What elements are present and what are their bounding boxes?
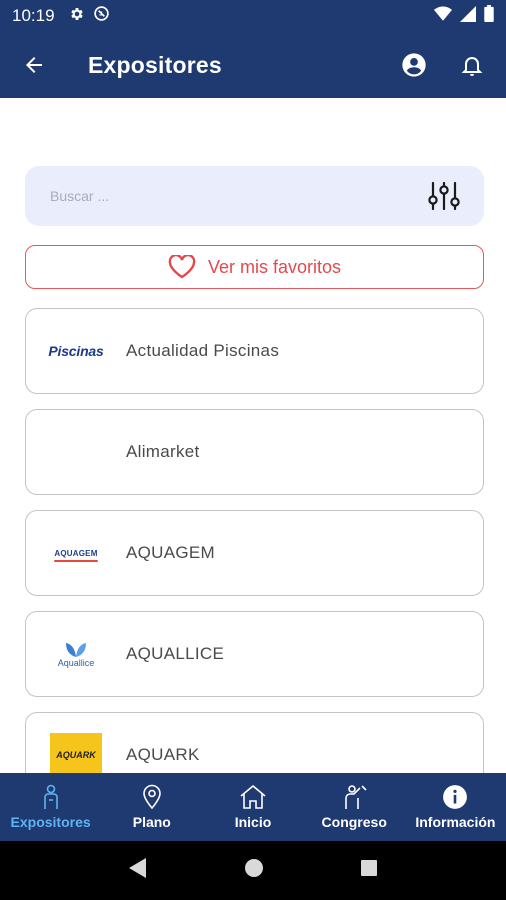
back-button[interactable] bbox=[16, 47, 52, 83]
list-item[interactable]: Aquallice AQUALLICE bbox=[25, 611, 484, 697]
exhibitor-list: Piscinas Actualidad Piscinas Alimarket A… bbox=[25, 308, 484, 813]
bottom-navigation: Expositores Plano Inicio Congreso Inform… bbox=[0, 773, 506, 841]
aquagem-logo: AQUAGEM bbox=[54, 548, 98, 562]
settings-icon bbox=[69, 6, 85, 27]
signal-icon bbox=[460, 5, 476, 27]
search-input[interactable] bbox=[50, 188, 426, 204]
back-triangle-icon[interactable] bbox=[128, 857, 148, 884]
exhibitor-logo: AQUARK bbox=[26, 732, 126, 778]
search-bar bbox=[25, 166, 484, 226]
piscinas-logo: Piscinas bbox=[48, 343, 104, 359]
presenter-icon bbox=[345, 785, 367, 809]
nav-label: Expositores bbox=[10, 814, 91, 830]
exhibitor-name: AQUAGEM bbox=[126, 543, 216, 562]
nav-label: Inicio bbox=[234, 814, 272, 830]
exhibitor-name: Alimarket bbox=[126, 442, 200, 461]
app-screen: 10:19 Expositores Buscar ... Ver mis fav… bbox=[0, 0, 506, 900]
system-navigation bbox=[0, 841, 506, 900]
wifi-icon bbox=[434, 6, 452, 27]
exhibitor-icon bbox=[43, 784, 58, 809]
tune-icon bbox=[428, 181, 460, 211]
view-favorites-button[interactable]: Ver mis favoritos bbox=[25, 245, 484, 289]
map-pin-icon bbox=[142, 784, 161, 810]
nav-item-inicio[interactable]: Inicio bbox=[202, 773, 303, 841]
aquallice-logo: Aquallice bbox=[58, 641, 94, 668]
exhibitor-name: AQUALLICE bbox=[126, 644, 225, 663]
view-favorites-label: Ver mis favoritos bbox=[207, 256, 342, 277]
exhibitor-name: AQUARK bbox=[126, 745, 200, 764]
status-icons-right bbox=[434, 5, 494, 27]
account-icon bbox=[402, 53, 426, 77]
nav-item-expositores[interactable]: Expositores bbox=[0, 773, 101, 841]
page-title: Expositores bbox=[88, 51, 222, 78]
account-button[interactable] bbox=[396, 47, 432, 83]
battery-icon bbox=[484, 5, 494, 27]
exhibitor-logo: Aquallice bbox=[26, 631, 126, 677]
nav-label: Congreso bbox=[321, 814, 387, 830]
nav-item-informacion[interactable]: Información bbox=[405, 773, 506, 841]
exhibitor-logo: Piscinas bbox=[26, 328, 126, 374]
heart-outline-icon bbox=[168, 255, 196, 279]
nav-item-plano[interactable]: Plano bbox=[101, 773, 202, 841]
home-circle-icon[interactable] bbox=[244, 858, 264, 883]
home-icon bbox=[240, 784, 266, 809]
app-bar: Expositores bbox=[0, 32, 506, 98]
list-item[interactable]: Alimarket bbox=[25, 409, 484, 495]
notifications-button[interactable] bbox=[454, 47, 490, 83]
status-time: 10:19 bbox=[12, 6, 55, 25]
aquark-logo: AQUARK bbox=[50, 733, 102, 777]
recents-square-icon[interactable] bbox=[360, 859, 378, 882]
leaf-icon bbox=[66, 642, 86, 657]
info-icon bbox=[443, 785, 468, 809]
app-bar-actions bbox=[396, 47, 490, 83]
no-sim-icon bbox=[93, 5, 110, 27]
status-icons-left bbox=[69, 5, 110, 27]
filter-button[interactable] bbox=[426, 178, 462, 214]
list-item[interactable]: Piscinas Actualidad Piscinas bbox=[25, 308, 484, 394]
exhibitor-logo: AQUAGEM bbox=[26, 530, 126, 576]
exhibitor-logo bbox=[26, 429, 126, 475]
notifications-icon bbox=[461, 57, 483, 76]
nav-label: Información bbox=[415, 814, 496, 830]
nav-label: Plano bbox=[132, 814, 171, 830]
exhibitor-name: Actualidad Piscinas bbox=[126, 341, 280, 360]
nav-item-congreso[interactable]: Congreso bbox=[304, 773, 405, 841]
status-bar: 10:19 bbox=[0, 0, 506, 32]
list-item[interactable]: AQUAGEM AQUAGEM bbox=[25, 510, 484, 596]
arrow-back-icon bbox=[26, 57, 42, 73]
